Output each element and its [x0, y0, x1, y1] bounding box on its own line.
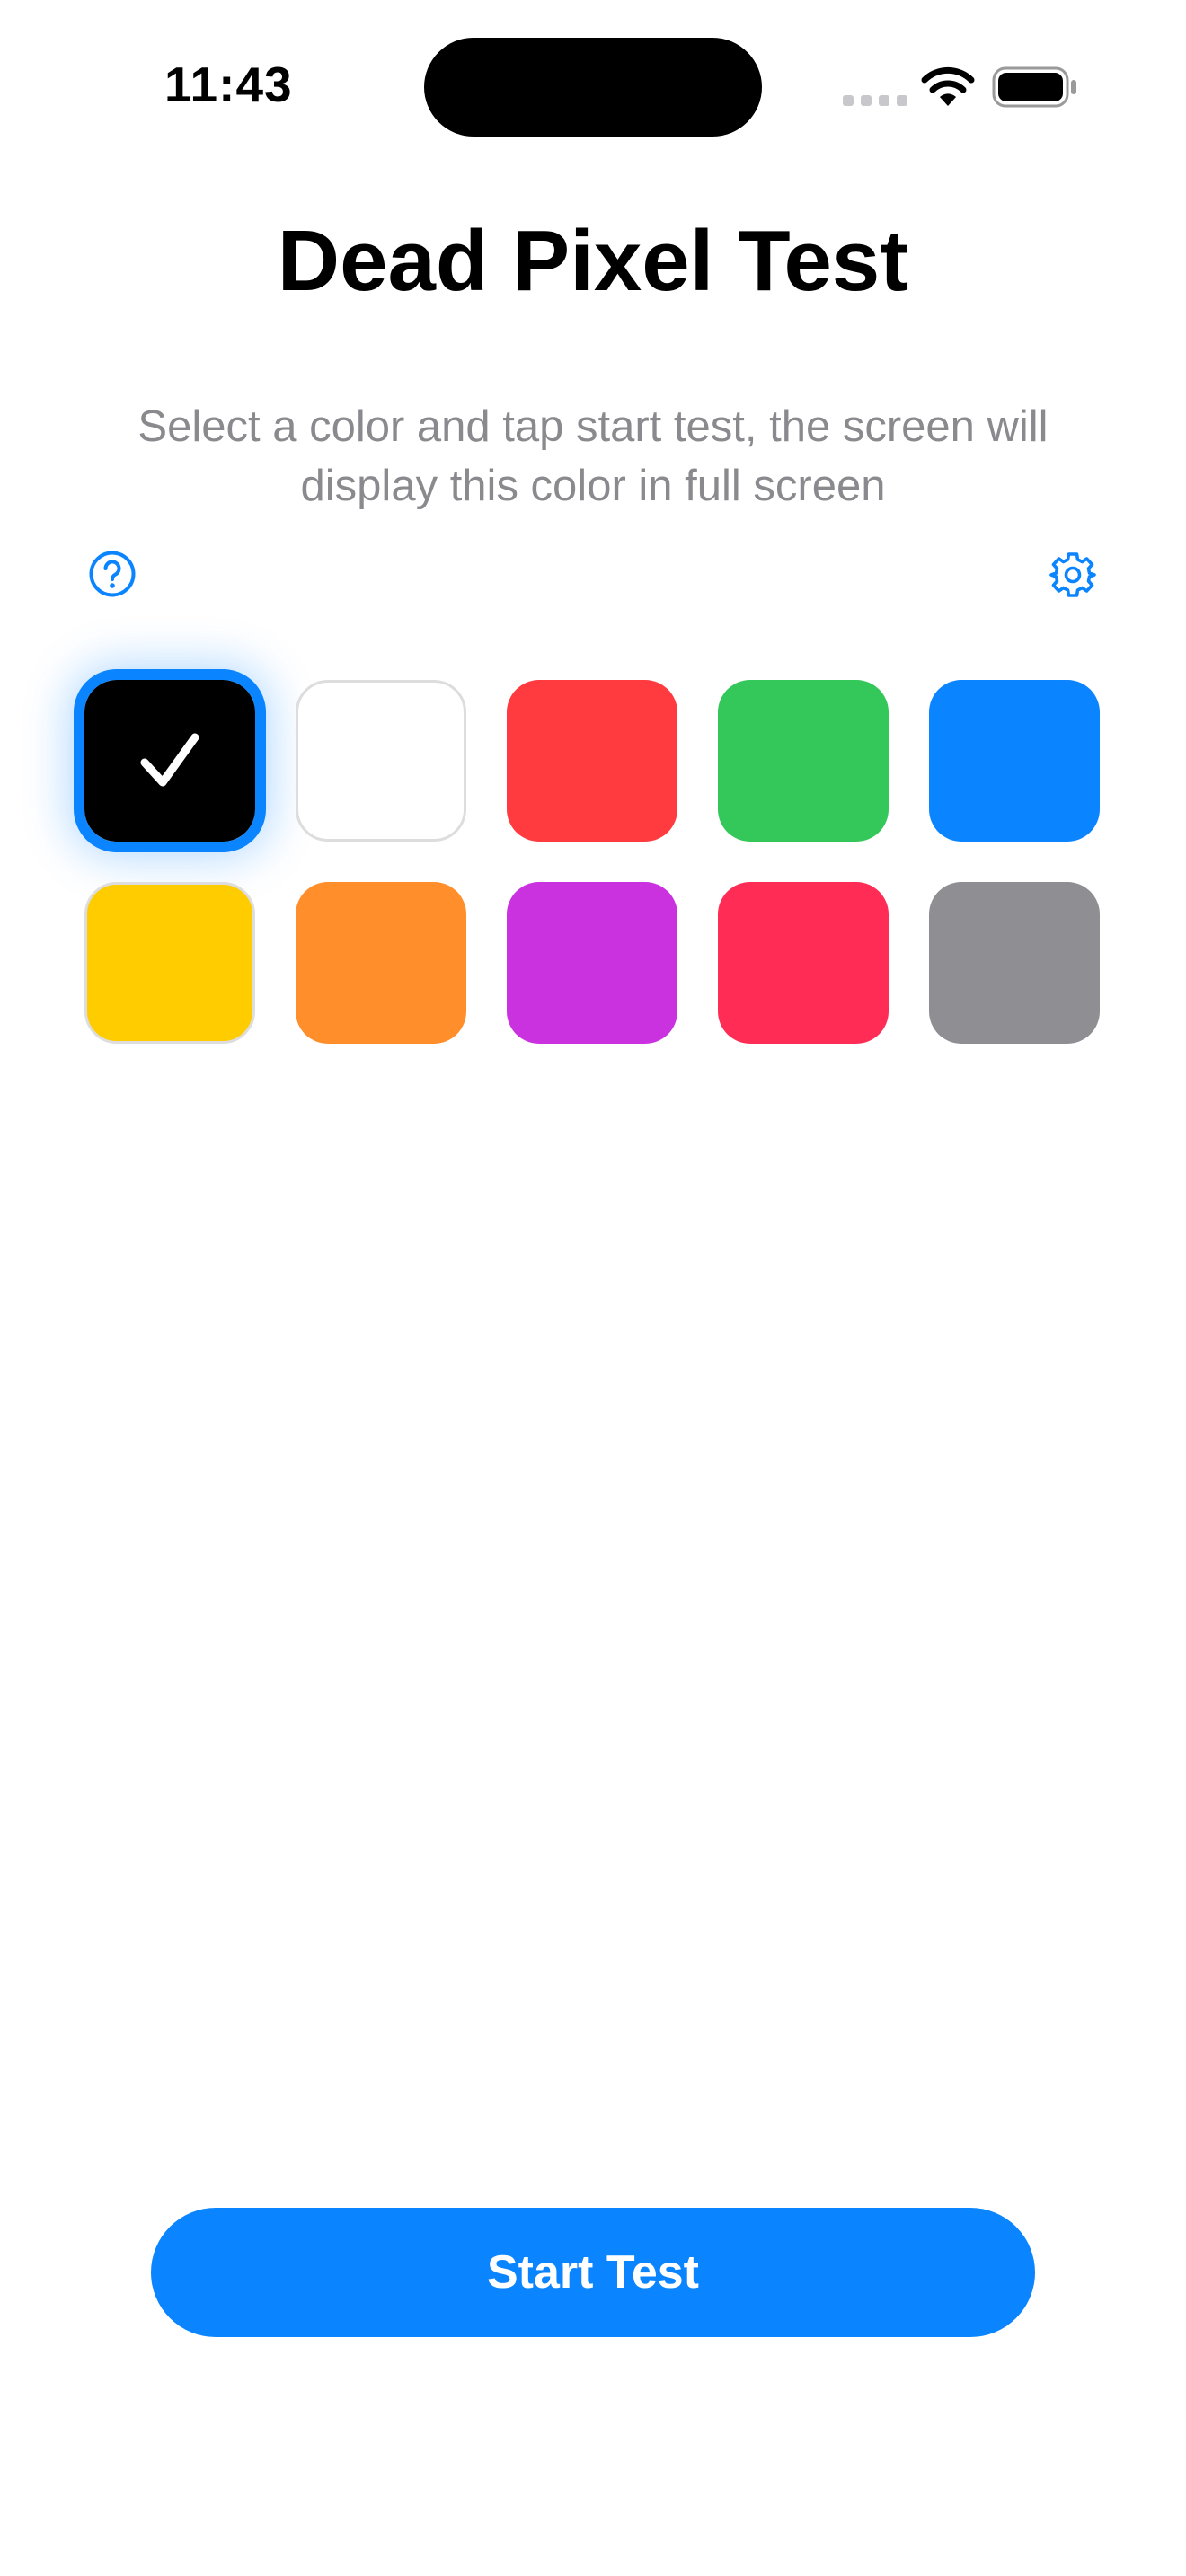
swatch-white[interactable] — [296, 680, 466, 842]
swatch-yellow[interactable] — [84, 882, 255, 1044]
cellular-signal-icon — [843, 95, 907, 106]
swatch-gray[interactable] — [929, 882, 1100, 1044]
swatch-red[interactable] — [507, 680, 677, 842]
swatch-pink[interactable] — [718, 882, 889, 1044]
start-test-button[interactable]: Start Test — [151, 2208, 1035, 2337]
battery-icon — [992, 66, 1076, 108]
swatch-green[interactable] — [718, 680, 889, 842]
dynamic-island — [424, 38, 762, 137]
swatch-orange[interactable] — [296, 882, 466, 1044]
swatch-purple[interactable] — [507, 882, 677, 1044]
checkmark-icon — [140, 733, 199, 787]
status-time: 11:43 — [164, 57, 293, 112]
question-circle-icon[interactable] — [88, 550, 137, 598]
color-grid — [74, 669, 1102, 1044]
instructions-text: Select a color and tap start test, the s… — [137, 402, 1049, 510]
swatch-black[interactable] — [74, 669, 266, 852]
gear-icon[interactable] — [1048, 550, 1098, 600]
page-title: Dead Pixel Test — [277, 213, 909, 309]
wifi-icon — [921, 66, 975, 106]
swatch-blue[interactable] — [929, 680, 1100, 842]
